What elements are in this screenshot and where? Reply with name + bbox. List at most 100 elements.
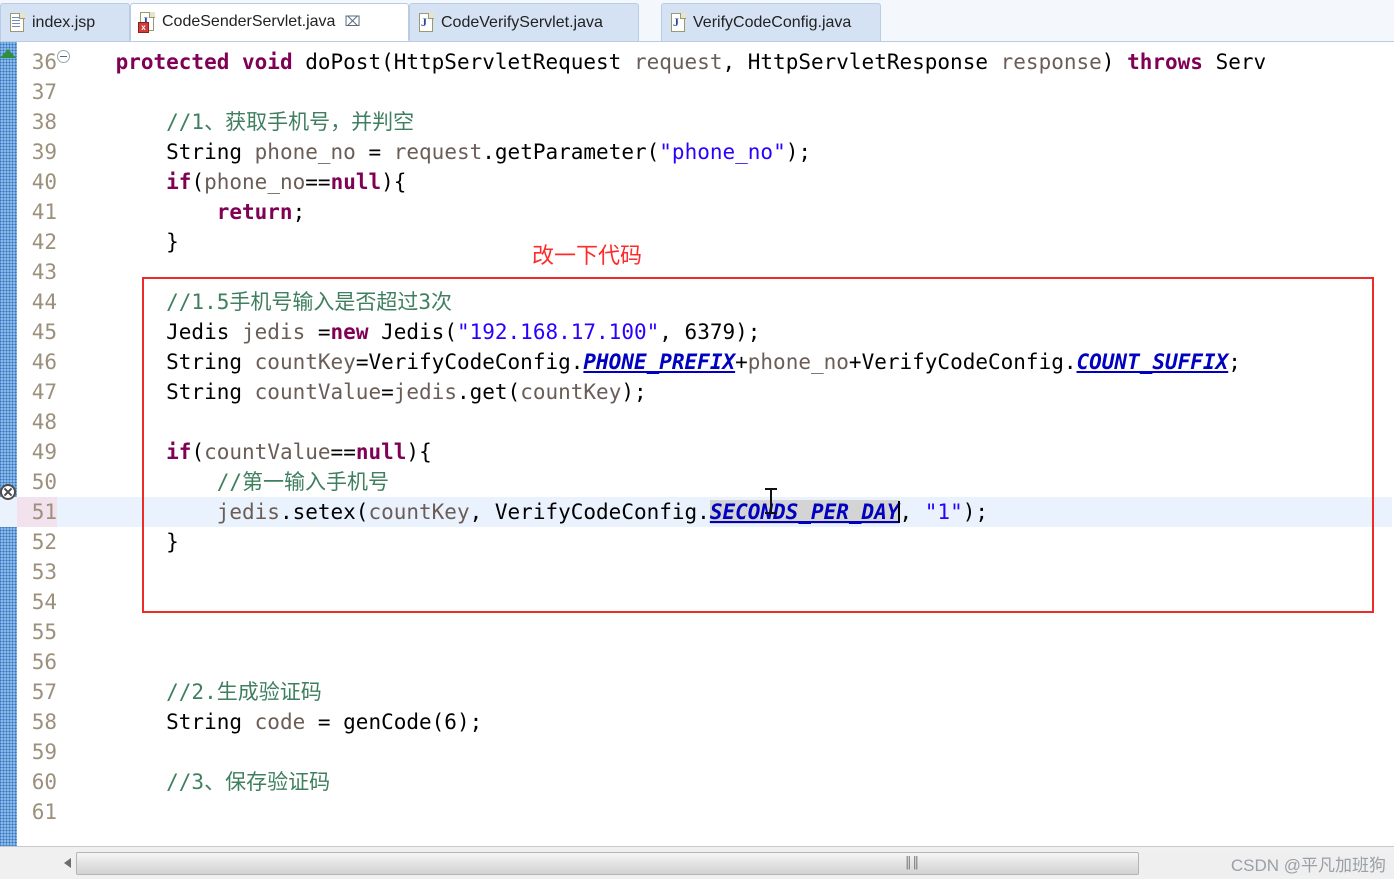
code-line[interactable]: //1、获取手机号，并判空 xyxy=(65,107,414,137)
tab-codesenderservlet-java[interactable]: J x CodeSenderServlet.java ⌧ xyxy=(130,3,409,41)
code-line[interactable]: if(countValue==null){ xyxy=(65,437,432,467)
code-line[interactable]: protected void doPost(HttpServletRequest… xyxy=(65,47,1267,77)
code-token: .getParameter( xyxy=(482,140,660,164)
code-token: countValue xyxy=(204,440,331,464)
scrollbar-thumb[interactable] xyxy=(76,852,1139,875)
code-token: countKey xyxy=(254,350,356,374)
tab-label: index.jsp xyxy=(32,13,96,31)
overview-up-arrow-icon[interactable] xyxy=(0,49,16,58)
code-token: COUNT_SUFFIX xyxy=(1076,350,1229,374)
code-line[interactable]: String phone_no = request.getParameter("… xyxy=(65,137,811,167)
line-number: 61 xyxy=(31,800,57,824)
code-line[interactable]: String code = genCode(6); xyxy=(65,707,482,737)
code-token: == xyxy=(330,440,356,464)
code-token: ); xyxy=(962,500,989,524)
code-token: protected void xyxy=(115,50,306,74)
code-token: = xyxy=(381,380,394,404)
red-annotation-text: 改一下代码 xyxy=(532,243,643,268)
tab-verifycodeconfig-java[interactable]: J VerifyCodeConfig.java xyxy=(661,3,881,41)
code-token: , 6379); xyxy=(659,320,761,344)
code-token: == xyxy=(305,170,331,194)
code-line[interactable]: jedis.setex(countKey, VerifyCodeConfig.S… xyxy=(65,497,988,527)
code-token: phone_no xyxy=(254,140,369,164)
line-number: 37 xyxy=(31,80,57,104)
code-editor[interactable]: 36 37 38 39 40 41 42 43 44 45 46 47 48 49 50 51 52 53 54 55… xyxy=(0,42,1394,846)
code-token: ; xyxy=(292,200,306,224)
code-line[interactable]: //2.生成验证码 xyxy=(65,677,322,707)
line-number: 57 xyxy=(31,680,57,704)
code-token: jedis xyxy=(216,500,280,524)
code-token: ( xyxy=(191,440,205,464)
code-line[interactable]: Jedis jedis =new Jedis("192.168.17.100",… xyxy=(65,317,760,347)
line-number: 50 xyxy=(31,470,57,494)
code-token: jedis xyxy=(242,320,318,344)
code-token: .setex( xyxy=(279,500,369,524)
code-token: "192.168.17.100" xyxy=(456,320,660,344)
line-number: 56 xyxy=(31,650,57,674)
mouse-text-cursor-icon xyxy=(764,487,778,515)
line-number: 47 xyxy=(31,380,57,404)
code-line[interactable]: //第一输入手机号 xyxy=(65,467,389,497)
code-token: =VerifyCodeConfig. xyxy=(355,350,584,374)
code-token: //第一输入手机号 xyxy=(65,470,390,494)
line-number: 45 xyxy=(31,320,57,344)
code-token: "1" xyxy=(924,500,963,524)
collapse-minus-icon[interactable] xyxy=(57,50,70,63)
code-line[interactable]: } xyxy=(65,527,179,557)
code-token: response xyxy=(1000,50,1102,74)
code-line[interactable]: //3、保存验证码 xyxy=(65,767,330,797)
scroll-left-arrow-icon[interactable] xyxy=(58,852,76,874)
annotation-marker-bar[interactable] xyxy=(0,42,17,846)
code-token: String xyxy=(65,140,255,164)
code-token: doPost(HttpServletRequest xyxy=(305,50,634,74)
editor-tab-bar: index.jsp J x CodeSenderServlet.java ⌧ J… xyxy=(0,0,1394,42)
code-token: .get( xyxy=(456,380,521,404)
tab-label: CodeVerifyServlet.java xyxy=(441,13,603,31)
code-token: Jedis( xyxy=(381,320,457,344)
horizontal-scrollbar[interactable]: ‖‖ xyxy=(0,846,1394,879)
code-line[interactable]: //1.5手机号输入是否超过3次 xyxy=(65,287,452,317)
code-token: //2.生成验证码 xyxy=(65,680,322,704)
code-token: , VerifyCodeConfig. xyxy=(469,500,710,524)
line-number: 58 xyxy=(31,710,57,734)
code-token: phone_no xyxy=(204,170,306,194)
code-line[interactable]: } xyxy=(65,227,179,257)
tab-codeverifyservlet-java[interactable]: J CodeVerifyServlet.java xyxy=(409,3,639,41)
tab-index-jsp[interactable]: index.jsp xyxy=(0,3,130,41)
line-number: 42 xyxy=(31,230,57,254)
code-token: code xyxy=(254,710,318,734)
code-line[interactable]: if(phone_no==null){ xyxy=(65,167,406,197)
code-token: = genCode(6); xyxy=(317,710,483,734)
code-line[interactable]: String countKey=VerifyCodeConfig.PHONE_P… xyxy=(65,347,1241,377)
close-icon[interactable]: ⌧ xyxy=(344,14,360,30)
code-token: ){ xyxy=(406,440,432,464)
line-number: 60 xyxy=(31,770,57,794)
code-token: ){ xyxy=(381,170,407,194)
code-token: ); xyxy=(621,380,647,404)
code-token: ; xyxy=(1228,350,1241,374)
code-text-area[interactable]: protected void doPost(HttpServletRequest… xyxy=(57,42,1394,846)
code-token: phone_no xyxy=(747,350,849,374)
code-line[interactable]: return; xyxy=(65,197,306,227)
code-token: ( xyxy=(191,170,205,194)
line-number: 49 xyxy=(31,440,57,464)
code-token: "phone_no" xyxy=(659,140,786,164)
code-token: //1.5手机号输入是否超过3次 xyxy=(65,290,453,314)
tab-label: CodeSenderServlet.java xyxy=(162,13,336,30)
line-number: 53 xyxy=(31,560,57,584)
code-token: SECONDS_PER_DAY xyxy=(709,500,900,524)
code-token: countValue xyxy=(254,380,382,404)
tab-label: VerifyCodeConfig.java xyxy=(693,13,852,31)
error-circle-x-icon[interactable] xyxy=(0,484,16,500)
code-line[interactable]: String countValue=jedis.get(countKey); xyxy=(65,377,647,407)
line-number: 40 xyxy=(31,170,57,194)
code-token: jedis xyxy=(393,380,457,404)
code-token: ) xyxy=(1101,50,1128,74)
code-token: Serv xyxy=(1215,50,1267,74)
code-token: String xyxy=(65,380,255,404)
java-file-icon: J xyxy=(670,12,687,33)
